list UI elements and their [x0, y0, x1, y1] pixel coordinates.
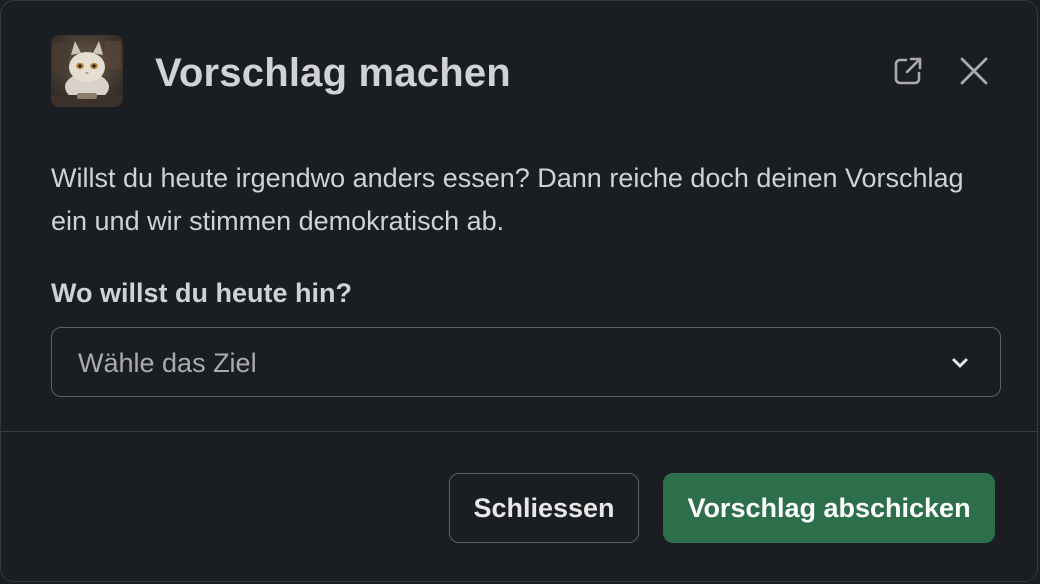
destination-select-placeholder: Wähle das Ziel — [78, 348, 257, 378]
modal-title: Vorschlag machen — [155, 51, 511, 95]
destination-select[interactable]: Wähle das Ziel — [51, 327, 1001, 397]
chevron-down-icon — [952, 358, 968, 368]
modal-description: Willst du heute irgendwo anders essen? D… — [51, 163, 964, 236]
open-in-new-window-icon — [894, 57, 922, 85]
modal-header: Vorschlag machen — [1, 1, 1037, 141]
cat-avatar-icon — [51, 35, 123, 107]
close-button[interactable] — [952, 49, 996, 93]
close-icon — [960, 57, 988, 85]
open-in-new-window-button[interactable] — [886, 49, 930, 93]
submit-suggestion-button[interactable]: Vorschlag abschicken — [663, 473, 995, 543]
suggestion-modal: Vorschlag machen Willst du heute irgendw… — [0, 0, 1038, 582]
modal-body: Willst du heute irgendwo anders essen? D… — [51, 157, 1001, 397]
close-modal-button[interactable]: Schliessen — [449, 473, 639, 543]
modal-footer: Schliessen Vorschlag abschicken — [1, 432, 1037, 581]
destination-label: Wo willst du heute hin? — [51, 278, 352, 308]
